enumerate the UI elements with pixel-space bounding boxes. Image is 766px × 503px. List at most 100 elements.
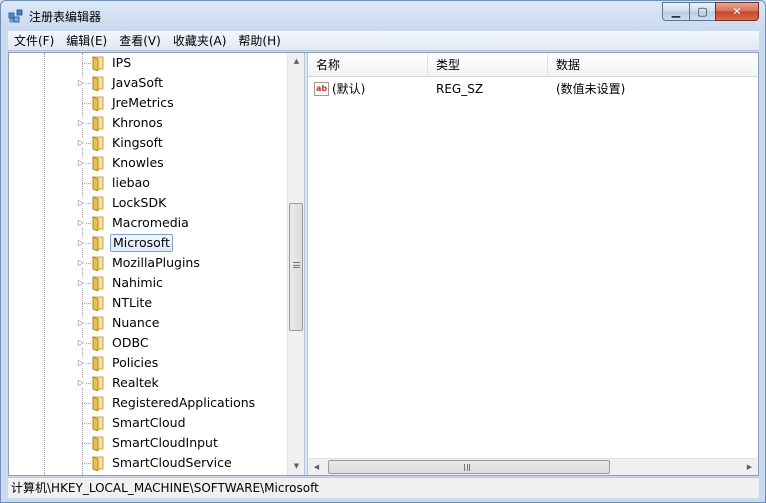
tree-item[interactable]: ▷ LockSDK [9, 193, 289, 213]
folder-icon [92, 56, 104, 71]
title-bar[interactable]: 注册表编辑器 ▁ ▢ ✕ [1, 1, 765, 31]
folder-icon [92, 136, 104, 151]
expand-arrow-icon[interactable]: ▷ [76, 278, 86, 288]
menu-edit[interactable]: 编辑(E) [60, 31, 113, 51]
scroll-left-button[interactable]: ◀ [308, 459, 325, 476]
tree-item[interactable]: SmartCloudInput [9, 433, 289, 453]
tree-item[interactable]: SmartCloud [9, 413, 289, 433]
tree-item[interactable]: ▷ Kingsoft [9, 133, 289, 153]
expand-arrow-icon[interactable]: ▷ [76, 138, 86, 148]
expand-arrow-icon[interactable]: ▷ [76, 378, 86, 388]
value-name: (默认) [332, 82, 366, 96]
tree-item[interactable]: RegisteredApplications [9, 393, 289, 413]
registry-editor-window: 注册表编辑器 ▁ ▢ ✕ 文件(F) 编辑(E) 查看(V) 收藏夹(A) 帮助… [0, 0, 766, 503]
folder-icon [92, 156, 104, 171]
tree-item-label: Nuance [112, 315, 160, 330]
menu-file[interactable]: 文件(F) [8, 31, 60, 51]
registry-tree[interactable]: IPS ▷ JavaSoft JreMetrics ▷ Khronos ▷ Kingsoft ▷… [9, 53, 304, 475]
column-header-data[interactable]: 数据 [548, 53, 758, 77]
folder-icon [92, 76, 104, 91]
tree-item[interactable]: JreMetrics [9, 93, 289, 113]
maximize-button[interactable]: ▢ [689, 2, 715, 21]
scroll-down-button[interactable]: ▼ [288, 458, 304, 475]
folder-icon [92, 276, 104, 291]
expand-arrow-icon[interactable]: ▷ [76, 238, 86, 248]
tree-item[interactable]: ▷ Khronos [9, 113, 289, 133]
list-item[interactable]: ab (默认) REG_SZ (数值未设置) [308, 79, 758, 99]
values-list[interactable]: 名称 类型 数据 ab (默认) REG_SZ (数值未设置) ◀ ▶ [308, 53, 758, 475]
tree-item-label: Nahimic [112, 275, 163, 290]
list-scroll-thumb[interactable] [328, 460, 610, 474]
scroll-up-icon: ▲ [293, 57, 300, 65]
tree-item-label: liebao [112, 175, 150, 190]
tree-item-label-selected: Microsoft [110, 234, 173, 252]
tree-item-label: LockSDK [112, 195, 167, 210]
tree-item-label: JreMetrics [112, 95, 174, 110]
menu-favorites[interactable]: 收藏夹(A) [167, 31, 233, 51]
menu-view[interactable]: 查看(V) [113, 31, 167, 51]
folder-icon [92, 316, 104, 331]
tree-item[interactable]: ▷ MozillaPlugins [9, 253, 289, 273]
tree-item-label: JavaSoft [112, 75, 164, 90]
expand-arrow-icon[interactable]: ▷ [76, 258, 86, 268]
folder-icon [92, 416, 104, 431]
folder-icon [92, 296, 104, 311]
expand-arrow-icon[interactable]: ▷ [76, 358, 86, 368]
folder-icon [92, 336, 104, 351]
tree-item[interactable]: ▷ Macromedia [9, 213, 289, 233]
tree-item[interactable]: ▷ Nuance [9, 313, 289, 333]
tree-item-label: Knowles [112, 155, 164, 170]
tree-item-label: Policies [112, 355, 159, 370]
tree-item[interactable]: ▷ Nahimic [9, 273, 289, 293]
tree-item-label: Khronos [112, 115, 163, 130]
grip-icon [464, 464, 470, 471]
tree-scroll-thumb[interactable] [289, 203, 303, 331]
window-title: 注册表编辑器 [29, 10, 102, 24]
minimize-icon: ▁ [671, 5, 681, 18]
folder-icon [92, 396, 104, 411]
folder-icon [92, 436, 104, 451]
tree-item[interactable]: SmartCloudService [9, 453, 289, 473]
expand-arrow-icon[interactable]: ▷ [76, 118, 86, 128]
tree-item[interactable]: ▷ Microsoft [9, 233, 289, 253]
caption-buttons: ▁ ▢ ✕ [662, 2, 759, 22]
expand-arrow-icon[interactable]: ▷ [76, 338, 86, 348]
expand-arrow-icon[interactable]: ▷ [76, 218, 86, 228]
tree-item-label: ODBC [112, 335, 149, 350]
scroll-up-button[interactable]: ▲ [288, 53, 304, 70]
expand-arrow-icon[interactable]: ▷ [76, 198, 86, 208]
scroll-right-button[interactable]: ▶ [741, 459, 758, 476]
tree-item[interactable]: ▷ Policies [9, 353, 289, 373]
tree-item[interactable]: ▷ Knowles [9, 153, 289, 173]
tree-vertical-scrollbar[interactable]: ▲ ▼ [287, 53, 304, 475]
scroll-down-icon: ▼ [293, 462, 300, 470]
tree-item-label: RegisteredApplications [112, 395, 256, 410]
list-horizontal-scrollbar[interactable]: ◀ ▶ [308, 458, 758, 475]
main-content: IPS ▷ JavaSoft JreMetrics ▷ Khronos ▷ Kingsoft ▷… [8, 52, 759, 476]
column-header-type[interactable]: 类型 [428, 53, 548, 77]
folder-icon [92, 256, 104, 271]
folder-icon [92, 356, 104, 371]
list-header: 名称 类型 数据 [308, 53, 758, 77]
maximize-icon: ▢ [697, 5, 708, 18]
tree-item[interactable]: ▷ ODBC [9, 333, 289, 353]
menu-bar: 文件(F) 编辑(E) 查看(V) 收藏夹(A) 帮助(H) [8, 31, 759, 51]
expand-arrow-icon[interactable]: ▷ [76, 78, 86, 88]
tree-item[interactable]: NTLite [9, 293, 289, 313]
value-type: REG_SZ [436, 82, 484, 96]
menu-help[interactable]: 帮助(H) [232, 31, 286, 51]
tree-item[interactable]: ▷ Realtek [9, 373, 289, 393]
expand-arrow-icon[interactable]: ▷ [76, 158, 86, 168]
tree-item[interactable]: ▷ JavaSoft [9, 73, 289, 93]
close-button[interactable]: ✕ [715, 2, 759, 21]
folder-icon [92, 216, 104, 231]
tree-item-label: Realtek [112, 375, 159, 390]
folder-icon [92, 176, 104, 191]
expand-arrow-icon[interactable]: ▷ [76, 318, 86, 328]
minimize-button[interactable]: ▁ [662, 2, 689, 21]
tree-item[interactable]: liebao [9, 173, 289, 193]
tree-item-label: NTLite [112, 295, 153, 310]
tree-item-label: MozillaPlugins [112, 255, 200, 270]
tree-item[interactable]: IPS [9, 53, 289, 73]
column-header-name[interactable]: 名称 [308, 53, 428, 77]
